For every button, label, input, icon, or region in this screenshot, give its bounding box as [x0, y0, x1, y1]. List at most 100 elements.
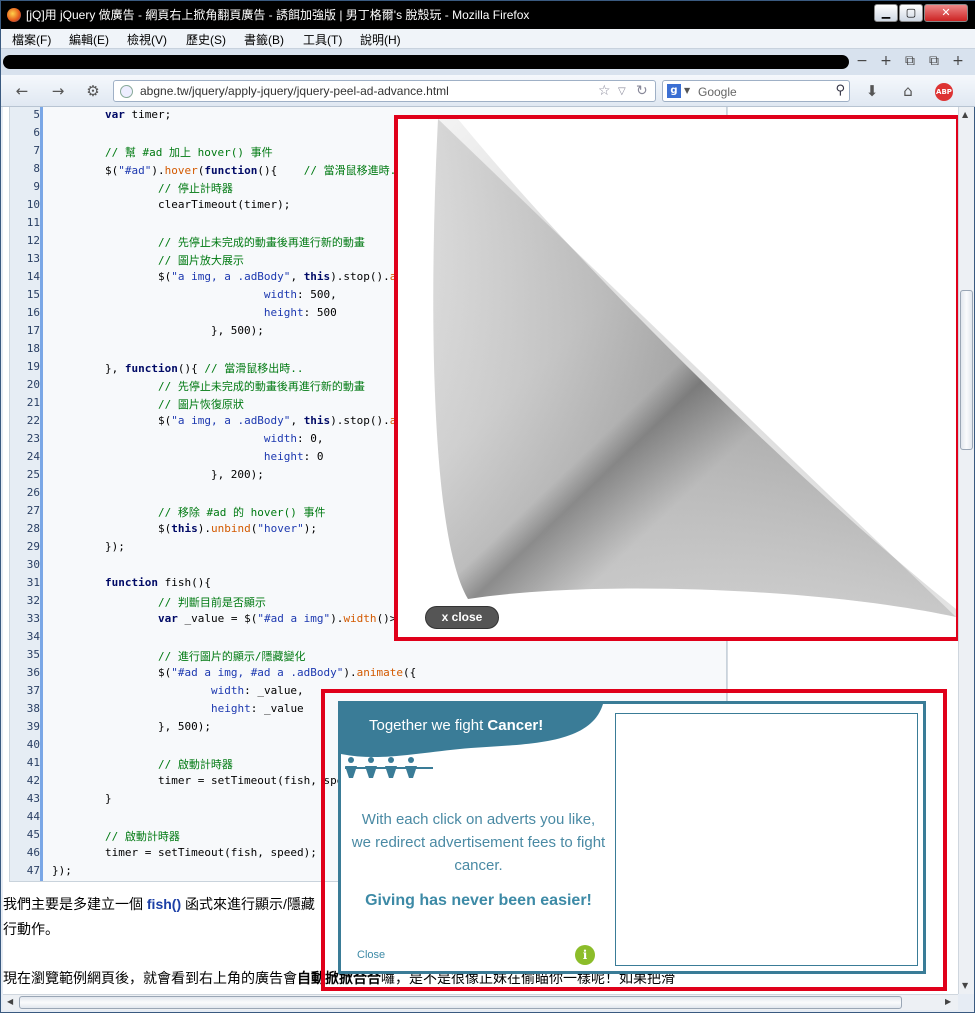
line-number: 36 [26, 666, 40, 679]
scroll-right-icon[interactable]: ▶ [945, 997, 951, 1006]
scroll-up-icon[interactable]: ▲ [962, 110, 968, 119]
google-icon[interactable]: g [667, 84, 681, 98]
line-number: 5 [33, 108, 40, 121]
horizontal-scroll-thumb[interactable] [19, 996, 902, 1009]
back-button[interactable]: ← [12, 81, 32, 101]
new-tab-icon[interactable]: + [878, 53, 894, 69]
reload-icon[interactable]: ↻ [636, 83, 648, 99]
line-number: 7 [33, 144, 40, 157]
line-number: 46 [26, 846, 40, 859]
adblock-plus-icon[interactable]: ABP [935, 83, 953, 101]
line-number: 6 [33, 126, 40, 139]
line-number: 39 [26, 720, 40, 733]
menu-file[interactable]: 檔案(F) [12, 31, 51, 48]
bookmark-star-icon[interactable]: ☆ [598, 83, 611, 99]
line-number: 40 [26, 738, 40, 751]
ad-close-link[interactable]: Close [357, 949, 385, 961]
line-number: 37 [26, 684, 40, 697]
search-magnifier-icon[interactable]: ⚲ [835, 83, 845, 98]
site-identity-icon[interactable] [120, 85, 133, 98]
menu-view[interactable]: 檢視(V) [127, 31, 167, 48]
tab-group-icon[interactable]: ⧉ [902, 53, 918, 69]
url-bar[interactable]: abgne.tw/jquery/apply-jquery/jquery-peel… [113, 80, 656, 102]
cancer-ad-popup[interactable]: Together we fight Cancer! With each clic… [338, 701, 926, 974]
line-number: 25 [26, 468, 40, 481]
peel-close-button[interactable]: x close [425, 606, 499, 629]
code-line: }); [52, 864, 72, 877]
line-number: 30 [26, 558, 40, 571]
fish-function-name: fish() [146, 896, 182, 912]
ad-title-prefix: Together we fight [369, 717, 488, 734]
navigation-toolbar: ← → ⚙ abgne.tw/jquery/apply-jquery/jquer… [1, 75, 975, 107]
menu-history[interactable]: 歷史(S) [186, 31, 226, 48]
code-line: $("a img, a .adBody", this).stop().anima… [52, 414, 449, 427]
line-number: 29 [26, 540, 40, 553]
code-line: // 圖片恢復原狀 [157, 398, 244, 411]
window-title: [jQ]用 jQuery 做廣告 - 網頁右上掀角翻頁廣告 - 誘餌加強版 | … [26, 8, 530, 22]
ad-giving-text: Giving has never been easier! [365, 892, 592, 909]
paragraph-2-text: 現在瀏覽範例網頁後，就會看到右上角的廣告會 [3, 970, 297, 986]
code-line: height: _value [210, 702, 304, 715]
line-number: 14 [26, 270, 40, 283]
code-line: $("a img, a .adBody", this).stop().anima… [52, 270, 449, 283]
paragraph-1-text-after: 函式來進行顯示/隱藏 [181, 896, 315, 912]
addon-icon[interactable]: ⚙ [83, 81, 103, 101]
menu-edit[interactable]: 編輯(E) [69, 31, 109, 48]
line-number: 28 [26, 522, 40, 535]
code-line: // 判斷目前是否顯示 [157, 596, 266, 609]
title-bar: [jQ]用 jQuery 做廣告 - 網頁右上掀角翻頁廣告 - 誘餌加強版 | … [1, 1, 975, 29]
line-number: 11 [26, 216, 40, 229]
code-line: width: _value, [210, 684, 304, 697]
scroll-down-icon[interactable]: ▼ [962, 981, 968, 990]
peel-ad-highlight[interactable] [394, 115, 960, 641]
code-line: // 移除 #ad 的 hover() 事件 [157, 506, 326, 519]
downloads-icon[interactable]: ⬇ [862, 81, 882, 101]
maximize-button[interactable]: ▢ [899, 4, 923, 22]
url-text[interactable]: abgne.tw/jquery/apply-jquery/jquery-peel… [140, 84, 449, 98]
code-line: height: 0 [263, 450, 324, 463]
tab-strip-redacted[interactable] [3, 55, 849, 69]
line-number: 18 [26, 342, 40, 355]
forward-button[interactable]: → [48, 81, 68, 101]
search-box[interactable]: g ▼ Google ⚲ [662, 80, 850, 102]
code-line: // 先停止未完成的動畫後再進行新的動畫 [157, 236, 365, 249]
line-number: 45 [26, 828, 40, 841]
menu-tools[interactable]: 工具(T) [303, 31, 342, 48]
menu-bookmarks[interactable]: 書籤(B) [244, 31, 284, 48]
line-number: 23 [26, 432, 40, 445]
line-number: 16 [26, 306, 40, 319]
info-icon[interactable]: i [575, 945, 595, 965]
code-line: // 啟動計時器 [104, 830, 180, 843]
line-number: 32 [26, 594, 40, 607]
code-line: } [52, 792, 112, 805]
page-curl-graphic[interactable] [398, 119, 956, 637]
line-number: 44 [26, 810, 40, 823]
line-number: 47 [26, 864, 40, 877]
code-line: // 啟動計時器 [157, 758, 233, 771]
code-line: // 進行圖片的顯示/隱藏變化 [157, 650, 306, 663]
horizontal-scrollbar[interactable]: ◀ ▶ [3, 994, 958, 1010]
code-line: width: 0, [263, 432, 324, 445]
code-line: $(this).unbind("hover"); [52, 522, 317, 535]
line-number: 21 [26, 396, 40, 409]
clipboard-icon[interactable]: ⧉ [926, 53, 942, 69]
tab-minus-icon[interactable]: − [854, 53, 870, 69]
vertical-scroll-thumb[interactable] [960, 290, 973, 450]
menu-help[interactable]: 說明(H) [360, 31, 401, 48]
ad-content-box[interactable] [615, 713, 918, 966]
scroll-left-icon[interactable]: ◀ [7, 997, 13, 1006]
history-dropdown-icon[interactable]: ▽ [618, 86, 626, 97]
engine-dropdown-icon[interactable]: ▼ [684, 86, 690, 95]
vertical-scrollbar[interactable]: ▲ ▼ [958, 107, 974, 994]
add-icon[interactable]: + [950, 53, 966, 69]
minimize-button[interactable]: ▁ [874, 4, 898, 22]
code-line: var timer; [104, 108, 172, 121]
ad-header-banner [341, 704, 603, 778]
line-number: 19 [26, 360, 40, 373]
line-number: 12 [26, 234, 40, 247]
line-number: 24 [26, 450, 40, 463]
code-line: height: 500 [263, 306, 337, 319]
close-window-button[interactable]: ✕ [924, 4, 968, 22]
home-icon[interactable]: ⌂ [898, 81, 918, 101]
line-number: 33 [26, 612, 40, 625]
